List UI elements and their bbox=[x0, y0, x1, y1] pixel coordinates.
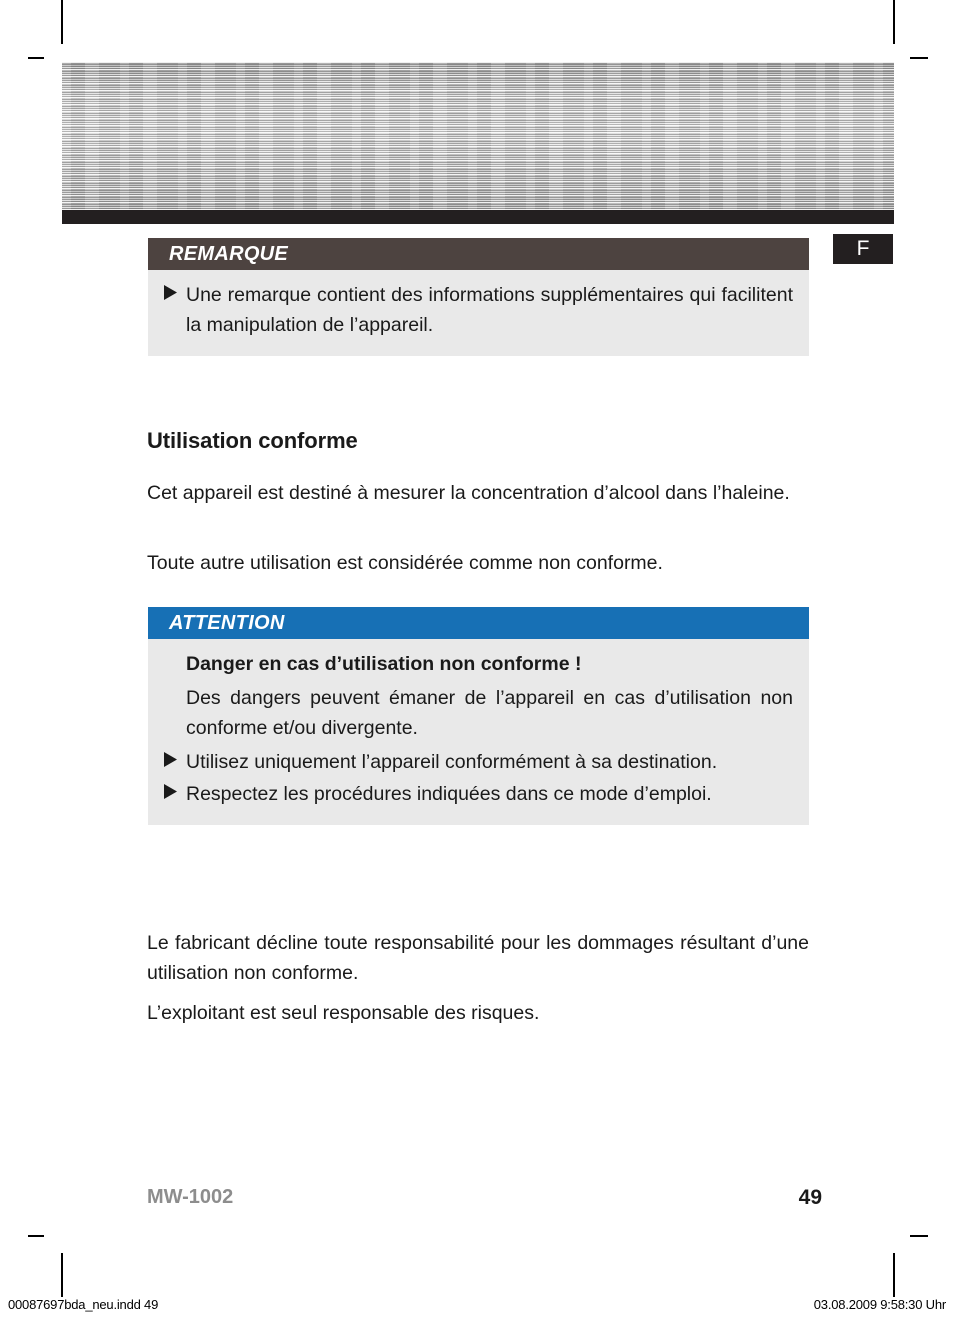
note-box-heading: REMARQUE bbox=[148, 238, 809, 270]
attention-box: ATTENTION Danger en cas d’utilisation no… bbox=[148, 607, 809, 825]
banner-bottom-bar bbox=[62, 210, 894, 224]
section-paragraph-2: Toute autre utilisation est considérée c… bbox=[147, 551, 663, 574]
attention-box-heading: ATTENTION bbox=[148, 607, 809, 639]
print-metadata-filename: 00087697bda_neu.indd 49 bbox=[8, 1297, 159, 1312]
note-bullet-item: Une remarque contient des informations s… bbox=[164, 280, 793, 340]
section-paragraph-1: Cet appareil est destiné à mesurer la co… bbox=[147, 481, 790, 504]
triangle-bullet-icon bbox=[164, 779, 186, 799]
crop-mark-bottom-left-horizontal bbox=[28, 1235, 44, 1237]
triangle-bullet-icon bbox=[164, 747, 186, 767]
footer-page-number: 49 bbox=[798, 1186, 822, 1209]
section-title-utilisation-conforme: Utilisation conforme bbox=[147, 428, 358, 454]
print-metadata-timestamp: 03.08.2009 9:58:30 Uhr bbox=[813, 1297, 946, 1312]
attention-box-body: Danger en cas d’utilisation non conforme… bbox=[148, 639, 809, 825]
note-bullet-text: Une remarque contient des informations s… bbox=[186, 284, 793, 336]
triangle-bullet-icon bbox=[164, 280, 186, 300]
closing-paragraph-2: L’exploitant est seul responsable des ri… bbox=[147, 1001, 540, 1024]
note-box-body: Une remarque contient des informations s… bbox=[148, 270, 809, 356]
closing-paragraph-1: Le fabricant décline toute responsabilit… bbox=[147, 931, 809, 984]
attention-intro-text: Des dangers peuvent émaner de l’appareil… bbox=[186, 687, 793, 739]
crop-mark-bottom-left-vertical bbox=[61, 1253, 63, 1297]
attention-bullet-item: Utilisez uniquement l’appareil conformém… bbox=[164, 747, 793, 777]
attention-bullet-item: Respectez les procédures indiquées dans … bbox=[164, 779, 793, 809]
crop-mark-bottom-right-horizontal bbox=[910, 1235, 928, 1237]
crop-mark-top-left-horizontal bbox=[28, 57, 44, 59]
crop-mark-top-left-vertical bbox=[61, 0, 63, 44]
language-tab-f: F bbox=[833, 234, 893, 264]
attention-lead-text: Danger en cas d’utilisation non conforme… bbox=[186, 653, 582, 675]
crop-mark-top-right-horizontal bbox=[910, 57, 928, 59]
crop-mark-bottom-right-vertical bbox=[893, 1253, 895, 1297]
attention-bullet-text: Utilisez uniquement l’appareil conformém… bbox=[186, 751, 718, 773]
crop-mark-top-right-vertical bbox=[893, 0, 895, 44]
note-box: REMARQUE Une remarque contient des infor… bbox=[148, 238, 809, 356]
brushed-metal-banner-image bbox=[62, 62, 894, 210]
attention-bullet-text: Respectez les procédures indiquées dans … bbox=[186, 783, 712, 805]
